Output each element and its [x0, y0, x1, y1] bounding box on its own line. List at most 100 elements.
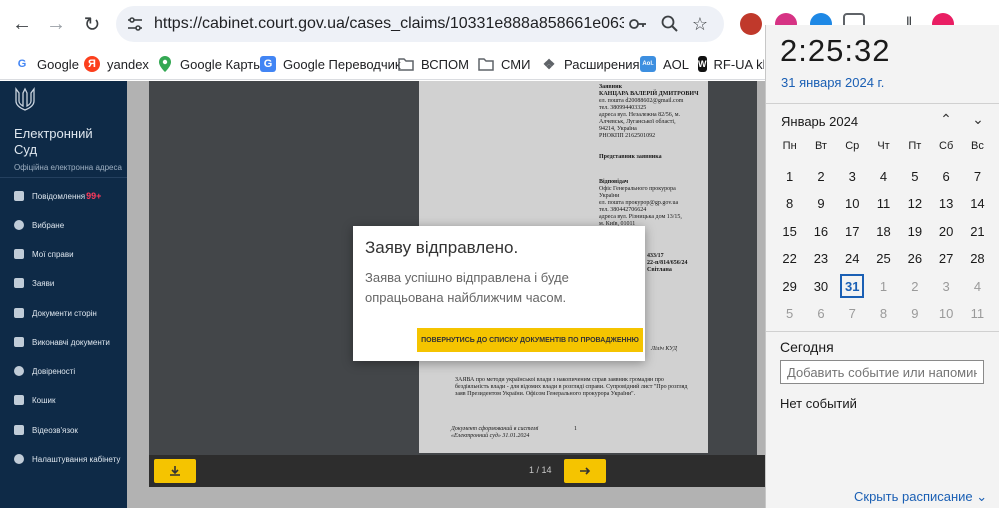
clock-date-link[interactable]: 31 января 2024 г. [781, 75, 884, 90]
calendar-day[interactable]: 15 [774, 218, 805, 246]
bookmark-extensions[interactable]: ❖ Расширения [541, 53, 640, 75]
calendar-day[interactable]: 21 [962, 218, 993, 246]
sidebar-item-label: Документи сторін [32, 308, 97, 318]
calendar-day[interactable]: 8 [774, 190, 805, 218]
return-to-documents-button[interactable]: ПОВЕРНУТИСЬ ДО СПИСКУ ДОКУМЕНТІВ ПО ПРОВ… [417, 328, 643, 352]
hide-schedule-link[interactable]: Скрыть расписание ⌄ [854, 489, 987, 505]
add-event-input[interactable] [780, 360, 984, 384]
search-icon[interactable] [660, 14, 680, 34]
maps-pin-icon [157, 56, 173, 72]
chevron-up-icon[interactable]: ⌃ [936, 111, 956, 131]
calendar-day[interactable]: 1 [774, 163, 805, 191]
calendar-day[interactable]: 23 [805, 245, 836, 273]
sidebar-item-claims[interactable]: Заяви [14, 275, 54, 291]
sidebar-item-powers-of-attorney[interactable]: Довіреності [14, 363, 75, 379]
calendar-day[interactable]: 7 [962, 163, 993, 191]
video-camera-icon [14, 425, 24, 435]
calendar-day[interactable]: 5 [899, 163, 930, 191]
calendar-day[interactable]: 19 [899, 218, 930, 246]
calendar-day[interactable]: 13 [930, 190, 961, 218]
bookmark-folder-smi[interactable]: СМИ [478, 53, 530, 75]
sidebar-item-favorites[interactable]: Вибране [14, 217, 64, 233]
calendar-day-next-month[interactable]: 6 [805, 300, 836, 328]
calendar-day-next-month[interactable]: 11 [962, 300, 993, 328]
chevron-down-icon[interactable]: ⌄ [968, 111, 988, 131]
calendar-day-next-month[interactable]: 1 [868, 273, 899, 301]
calendar-day[interactable]: 16 [805, 218, 836, 246]
sidebar-item-label: Вибране [32, 220, 65, 230]
sidebar-item-wallet[interactable]: Кошик [14, 392, 56, 408]
bookmark-rf-ua[interactable]: W RF-UA kla [698, 53, 764, 75]
calendar-day-next-month[interactable]: 7 [837, 300, 868, 328]
chevron-down-icon: ⌄ [976, 489, 988, 504]
calendar-day[interactable]: 20 [930, 218, 961, 246]
wave-icon: W [698, 56, 707, 72]
calendar-week-row: 15 16 17 18 19 20 21 [774, 218, 994, 246]
bookmark-label: RF-UA kla [713, 56, 765, 72]
flyout-divider [766, 103, 999, 104]
sidebar-item-party-documents[interactable]: Документи сторін [14, 305, 97, 321]
calendar-day[interactable]: 18 [868, 218, 899, 246]
calendar-day[interactable]: 14 [962, 190, 993, 218]
forward-arrow-icon[interactable]: → [40, 8, 72, 40]
calendar-day[interactable]: 11 [868, 190, 899, 218]
calendar-day[interactable]: 26 [899, 245, 930, 273]
calendar-day[interactable]: 17 [837, 218, 868, 246]
folder-icon [14, 249, 24, 259]
calendar-day-next-month[interactable]: 4 [962, 273, 993, 301]
calendar-day[interactable]: 22 [774, 245, 805, 273]
calendar-day[interactable]: 24 [837, 245, 868, 273]
calendar-month-label[interactable]: Январь 2024 [781, 114, 858, 129]
calendar-day[interactable]: 30 [805, 273, 836, 301]
download-icon [170, 466, 180, 476]
calendar-day[interactable]: 9 [805, 190, 836, 218]
bookmark-label: СМИ [501, 56, 531, 72]
calendar-day-next-month[interactable]: 9 [899, 300, 930, 328]
calendar-day[interactable]: 10 [837, 190, 868, 218]
url-text[interactable]: https://cabinet.court.gov.ua/cases_claim… [154, 15, 624, 33]
sidebar-item-video-call[interactable]: Відеозв'язок [14, 422, 78, 438]
calendar-day[interactable]: 6 [930, 163, 961, 191]
bookmark-aol[interactable]: Aol. AOL [640, 53, 689, 75]
calendar-day-next-month[interactable]: 10 [930, 300, 961, 328]
yandex-icon: Я [84, 56, 100, 72]
sidebar-item-notifications[interactable]: Повідомлення 99+ [14, 188, 101, 204]
calendar-day[interactable]: 12 [899, 190, 930, 218]
password-key-icon[interactable] [628, 14, 648, 34]
bookmark-folder-vspom[interactable]: ВСПОМ [398, 53, 469, 75]
next-page-button[interactable] [564, 459, 606, 483]
bookmark-star-icon[interactable]: ☆ [690, 14, 710, 34]
sidebar-item-label: Налаштування кабінету [32, 454, 121, 464]
calendar-day[interactable]: 25 [868, 245, 899, 273]
calendar-day-next-month[interactable]: 2 [899, 273, 930, 301]
google-icon: G [17, 58, 27, 70]
calendar-day[interactable]: 4 [868, 163, 899, 191]
bookmark-label: yandex [107, 56, 149, 72]
calendar-day-next-month[interactable]: 5 [774, 300, 805, 328]
no-events-text: Нет событий [780, 396, 857, 411]
star-icon [14, 220, 24, 230]
calendar-day-next-month[interactable]: 3 [930, 273, 961, 301]
calendar-day[interactable]: 28 [962, 245, 993, 273]
sidebar-item-executive-documents[interactable]: Виконавчі документи [14, 334, 110, 350]
sidebar-item-my-cases[interactable]: Мої справи [14, 246, 74, 262]
calendar-day-next-month[interactable]: 8 [868, 300, 899, 328]
calendar-day[interactable]: 2 [805, 163, 836, 191]
sidebar-item-cabinet-settings[interactable]: Налаштування кабінету [14, 451, 120, 467]
bookmark-google-maps[interactable]: Google Карты [157, 53, 263, 75]
calendar-day-today[interactable]: 31 [837, 273, 868, 301]
bookmark-google[interactable]: G Google [14, 53, 79, 75]
bookmark-google-translate[interactable]: G Google Переводчик [260, 53, 401, 75]
back-arrow-icon[interactable]: ← [6, 8, 38, 40]
site-settings-icon[interactable] [126, 15, 144, 33]
calendar-day[interactable]: 3 [837, 163, 868, 191]
address-bar[interactable]: https://cabinet.court.gov.ua/cases_claim… [116, 6, 724, 42]
person-icon [14, 454, 24, 464]
weekday-label: Пт [908, 140, 922, 152]
extension-red-icon[interactable] [740, 13, 762, 35]
calendar-day[interactable]: 27 [930, 245, 961, 273]
download-button[interactable] [154, 459, 196, 483]
calendar-day[interactable]: 29 [774, 273, 805, 301]
bookmark-yandex[interactable]: Я yandex [84, 53, 149, 75]
reload-icon[interactable]: ↻ [76, 8, 108, 40]
